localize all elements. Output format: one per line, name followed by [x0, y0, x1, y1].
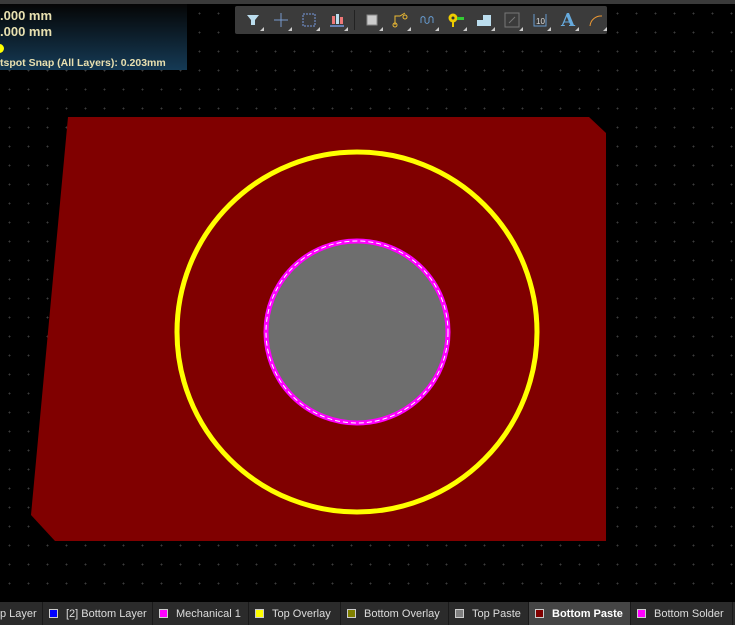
layer-tab-label: p Layer: [0, 607, 37, 620]
layer-tabs: p Layer [2] Bottom Layer Mechanical 1 Top O…: [0, 602, 735, 625]
pcb-drawing: [31, 117, 606, 541]
layer-tab-top-paste[interactable]: Top Paste: [449, 602, 529, 625]
layer-color-swatch: [637, 609, 646, 618]
layer-tab-bottom-overlay[interactable]: Bottom Overlay: [341, 602, 449, 625]
filter-icon[interactable]: [239, 6, 267, 34]
layer-tab--2-bottom-layer[interactable]: [2] Bottom Layer: [43, 602, 153, 625]
text-icon[interactable]: A: [554, 6, 582, 34]
layer-color-swatch: [49, 609, 58, 618]
arc-icon[interactable]: [582, 6, 610, 34]
layer-tab-mechanical-1[interactable]: Mechanical 1: [153, 602, 249, 625]
layer-tab-p-layer[interactable]: p Layer: [0, 602, 43, 625]
crosshair-icon[interactable]: [267, 6, 295, 34]
dimension-icon[interactable]: 10: [526, 6, 554, 34]
layer-color-swatch: [347, 609, 356, 618]
hud-y: .000 mm: [0, 24, 53, 39]
select-rect-icon[interactable]: [295, 6, 323, 34]
layer-color-swatch: [255, 609, 264, 618]
layer-tab-label: Bottom Overlay: [364, 607, 440, 620]
hud-x: .000 mm: [0, 8, 53, 23]
layer-tab-label: Bottom Solder: [654, 607, 724, 620]
layer-tab-label: Bottom Paste: [552, 607, 623, 620]
layer-tab-bottom-paste[interactable]: Bottom Paste: [529, 602, 631, 625]
interactive-length-icon[interactable]: [414, 6, 442, 34]
pad-mechanical-ring[interactable]: [263, 238, 451, 426]
layer-color-swatch: [159, 609, 168, 618]
layer-tab-label: [2] Bottom Layer: [66, 607, 147, 620]
align-icon[interactable]: [323, 6, 351, 34]
layer-tab-top-overlay[interactable]: Top Overlay: [249, 602, 341, 625]
layer-tab-label: Top Paste: [472, 607, 521, 620]
pcb-canvas[interactable]: [0, 4, 735, 600]
route-icon[interactable]: [386, 6, 414, 34]
layer-tab-bottom-solder[interactable]: Bottom Solder: [631, 602, 733, 625]
component-icon[interactable]: [358, 6, 386, 34]
via-icon[interactable]: [442, 6, 470, 34]
active-bar: 10 A: [235, 6, 607, 34]
status-dot-icon: [0, 44, 4, 53]
keepout-icon[interactable]: [498, 6, 526, 34]
heads-up-display: .000 mm .000 mm tspot Snap (All Layers):…: [0, 4, 187, 70]
layer-color-swatch: [455, 609, 464, 618]
toolbar-separator: [354, 10, 355, 30]
polygon-pour-icon[interactable]: [470, 6, 498, 34]
layer-color-swatch: [535, 609, 544, 618]
layer-tab-label: Top Overlay: [272, 607, 331, 620]
hud-snap: tspot Snap (All Layers): 0.203mm: [0, 57, 166, 69]
svg-text:10: 10: [536, 17, 545, 26]
layer-tab-label: Mechanical 1: [176, 607, 241, 620]
